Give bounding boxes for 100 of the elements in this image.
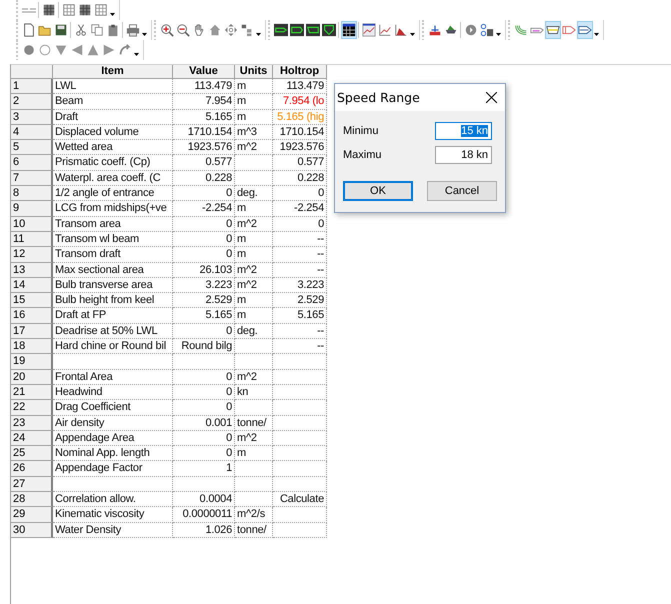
table-cell: 1710.154 xyxy=(273,124,327,140)
row-header[interactable]: 4 xyxy=(11,124,53,140)
column-header[interactable]: Value xyxy=(173,65,235,79)
table-cell: 0.228 xyxy=(273,170,327,186)
column-header[interactable]: Item xyxy=(53,65,173,79)
table-cell: m xyxy=(235,201,273,217)
row-header[interactable]: 7 xyxy=(11,170,53,186)
table-cell: m^2 xyxy=(235,278,273,294)
row-header[interactable]: 13 xyxy=(11,262,53,278)
column-header[interactable]: Holtrop xyxy=(273,65,327,79)
dot-icon xyxy=(22,43,36,57)
zoom-out-icon xyxy=(176,23,190,37)
table-cell: 7.954 xyxy=(173,94,235,110)
table-cell: Max sectional area xyxy=(53,262,173,278)
hull-section-icon xyxy=(322,23,336,37)
table-cell: 0 xyxy=(173,384,235,400)
hull-outline-button[interactable] xyxy=(577,21,593,39)
table-cell: 1923.576 xyxy=(173,140,235,156)
table-cell: m xyxy=(235,94,273,110)
table-cell: 2.529 xyxy=(173,293,235,308)
table-cell: m^2 xyxy=(235,430,273,446)
grid-dark-icon xyxy=(78,3,92,17)
printer-icon xyxy=(126,23,140,37)
table-cell: 0.228 xyxy=(173,170,235,186)
right-icon xyxy=(102,43,116,57)
table-cell: -- xyxy=(273,232,327,248)
row-header[interactable]: 25 xyxy=(11,446,53,462)
caret-icon xyxy=(110,13,115,16)
area-chart-icon xyxy=(394,23,408,37)
row-header[interactable]: 26 xyxy=(11,461,53,477)
input-field[interactable]: 18 kn xyxy=(435,146,492,164)
table-cell: m^2 xyxy=(235,216,273,232)
table-cell: 0 xyxy=(173,232,235,248)
table-cell: Appendage Factor xyxy=(53,461,173,477)
row-header[interactable]: 1 xyxy=(11,79,53,94)
table-cell xyxy=(235,170,273,186)
row-header[interactable]: 12 xyxy=(11,247,53,263)
network-button[interactable] xyxy=(479,21,495,39)
copy-icon xyxy=(90,23,104,37)
dialog-button[interactable]: OK xyxy=(343,181,413,201)
table-cell: Transom draft xyxy=(53,247,173,263)
table-cell: kn xyxy=(235,384,273,400)
table-cell: 5.165 (hig xyxy=(273,110,327,125)
chart-button[interactable] xyxy=(361,21,377,39)
table-cell: m^2 xyxy=(235,262,273,278)
row-header[interactable]: 27 xyxy=(11,476,53,492)
dialog-title: Speed Range xyxy=(337,90,420,105)
table-cell: 0 xyxy=(173,186,235,202)
row-header[interactable]: 18 xyxy=(11,339,53,354)
row-header[interactable]: 11 xyxy=(11,232,53,248)
table-cell: -- xyxy=(273,339,327,354)
row-header[interactable]: 16 xyxy=(11,308,53,324)
input-field[interactable]: 15 kn xyxy=(435,122,492,140)
hull-section-button[interactable] xyxy=(321,21,337,39)
table-cell xyxy=(235,354,273,370)
table-cell: LWL xyxy=(53,79,173,94)
row-header[interactable]: 8 xyxy=(11,186,53,202)
table-cell: m xyxy=(235,79,273,94)
table-cell: m^2 xyxy=(235,370,273,385)
row-header[interactable]: 20 xyxy=(11,370,53,385)
row-header[interactable]: 24 xyxy=(11,430,53,446)
table-cell: 1.026 xyxy=(173,522,235,538)
row-header[interactable]: 29 xyxy=(11,507,53,523)
row-header[interactable]: 14 xyxy=(11,278,53,294)
row-header[interactable]: 19 xyxy=(11,354,53,370)
row-header[interactable]: 28 xyxy=(11,492,53,508)
table-cell xyxy=(235,476,273,492)
hull-side-button[interactable] xyxy=(289,21,305,39)
dialog-button[interactable]: Cancel xyxy=(427,181,497,201)
row-header[interactable]: 30 xyxy=(11,522,53,538)
row-header[interactable]: 9 xyxy=(11,201,53,217)
move-button[interactable] xyxy=(223,21,239,39)
row-header[interactable]: 21 xyxy=(11,384,53,400)
table-cell: -- xyxy=(273,324,327,340)
table-cell xyxy=(235,339,273,354)
row-header[interactable]: 3 xyxy=(11,110,53,125)
table-cell: 5.165 xyxy=(273,308,327,324)
close-icon[interactable] xyxy=(486,92,497,103)
waterline-button[interactable] xyxy=(545,21,561,39)
table-button[interactable] xyxy=(341,21,357,39)
rotate-icon xyxy=(118,43,132,57)
column-header[interactable]: Units xyxy=(235,65,273,79)
row-header[interactable]: 5 xyxy=(11,140,53,156)
table-cell: 0 xyxy=(173,324,235,340)
table-cell: tonne/ xyxy=(235,522,273,538)
table-cell: 0 xyxy=(173,430,235,446)
row-header[interactable]: 22 xyxy=(11,400,53,416)
hull-deck-button[interactable] xyxy=(305,21,321,39)
row-header[interactable]: 15 xyxy=(11,293,53,308)
page-button[interactable] xyxy=(21,21,37,39)
row-header[interactable]: 6 xyxy=(11,155,53,171)
zoom-in-icon xyxy=(160,23,174,37)
hull-profile-icon xyxy=(274,23,288,37)
row-header[interactable]: 2 xyxy=(11,94,53,110)
table-cell: Waterpl. area coeff. (C xyxy=(53,170,173,186)
hull-profile-button[interactable] xyxy=(273,21,289,39)
row-header[interactable]: 17 xyxy=(11,324,53,340)
row-header[interactable]: 10 xyxy=(11,216,53,232)
row-header[interactable]: 23 xyxy=(11,416,53,431)
table-cell: 3.223 xyxy=(173,278,235,294)
